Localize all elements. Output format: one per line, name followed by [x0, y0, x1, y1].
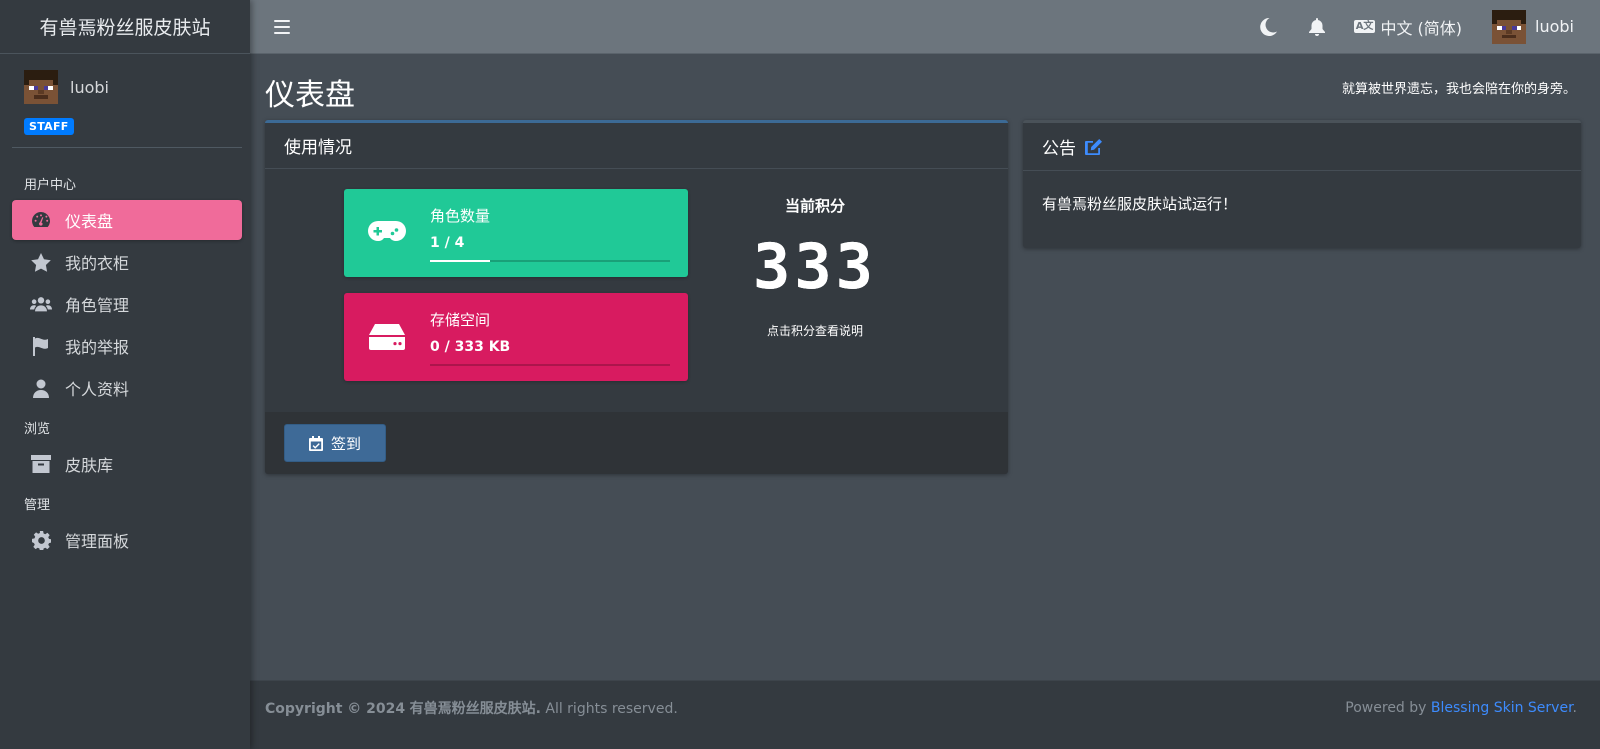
users-icon: [30, 294, 52, 314]
sidebar-item-reports[interactable]: 我的举报: [12, 326, 242, 366]
star-icon: [30, 252, 52, 272]
blessing-skin-link[interactable]: Blessing Skin Server: [1431, 700, 1573, 716]
score-block: 当前积分 333 点击积分查看说明: [705, 189, 925, 339]
storage-progress: [430, 363, 670, 366]
user-menu[interactable]: luobi: [1492, 9, 1574, 44]
bell-icon[interactable]: [1306, 16, 1328, 38]
flag-icon: [30, 336, 52, 356]
players-count: 1 / 4: [430, 234, 465, 251]
sidebar-item-admin-panel[interactable]: 管理面板: [12, 520, 242, 560]
sidebar-item-label: 个人资料: [65, 380, 130, 399]
copyright-prefix: Copyright © 2024: [265, 701, 406, 717]
sidebar-item-profile[interactable]: 个人资料: [12, 368, 242, 408]
sidebar-item-label: 我的举报: [65, 338, 130, 357]
sidebar-user-name[interactable]: luobi: [70, 78, 109, 97]
players-progress-fill: [430, 259, 490, 262]
user-icon: [30, 378, 52, 398]
notice-body: 有兽焉粉丝服皮肤站试运行！: [1042, 195, 1238, 213]
hdd-icon: [344, 293, 430, 381]
storage-info-box: 存储空间 0 / 333 KB: [344, 293, 688, 381]
language-icon: A文: [1353, 20, 1376, 33]
motto-text: 就算被世界遗忘，我也会陪在你的身旁。: [1341, 82, 1576, 97]
sidebar-item-label: 管理面板: [65, 532, 130, 551]
sidebar-item-label: 角色管理: [65, 296, 130, 315]
score-title: 当前积分: [784, 197, 845, 215]
staff-badge: STAFF: [24, 118, 74, 135]
usage-card: 使用情况 角色数量 1 / 4 存储空间 0 / 333 KB 当前积分 333…: [265, 120, 1008, 474]
nav-header-admin: 管理: [24, 497, 51, 513]
score-hint: 点击积分查看说明: [766, 324, 863, 338]
players-progress: [430, 259, 670, 262]
nav-header-browse: 浏览: [24, 421, 51, 437]
copyright: Copyright © 2024 有兽焉粉丝服皮肤站. All rights r…: [265, 701, 678, 717]
brand-link[interactable]: 有兽焉粉丝服皮肤站: [0, 0, 250, 54]
players-info-box: 角色数量 1 / 4: [344, 189, 688, 277]
avatar[interactable]: [24, 70, 58, 104]
menu-toggle-icon[interactable]: [274, 19, 290, 34]
notice-card: 公告 有兽焉粉丝服皮肤站试运行！: [1023, 120, 1581, 248]
page-footer: Copyright © 2024 有兽焉粉丝服皮肤站. All rights r…: [250, 680, 1600, 749]
gamepad-icon: [344, 189, 430, 277]
notice-card-header: 公告: [1023, 123, 1581, 171]
sidebar-item-skinlib[interactable]: 皮肤库: [12, 444, 242, 484]
user-panel: luobi STAFF: [12, 54, 242, 148]
sidebar-item-label: 我的衣柜: [65, 254, 130, 273]
calendar-check-icon: [308, 435, 323, 451]
dark-mode-icon[interactable]: [1258, 16, 1280, 38]
top-user-name: luobi: [1535, 17, 1574, 36]
storage-usage: 0 / 333 KB: [430, 338, 511, 355]
nav-header-user-center: 用户中心: [24, 177, 77, 193]
archive-icon: [30, 454, 52, 474]
usage-card-footer: 签到: [265, 412, 1008, 474]
powered-prefix: Powered by: [1345, 700, 1427, 716]
avatar: [1492, 9, 1527, 44]
top-navbar: A文 中文 (简体) luobi: [250, 0, 1600, 54]
language-selector[interactable]: A文 中文 (简体): [1353, 15, 1463, 39]
sidebar: 有兽焉粉丝服皮肤站 luobi STAFF 用户中心 仪表盘 我的衣柜 角色管理: [0, 0, 250, 749]
sidebar-item-players[interactable]: 角色管理: [12, 284, 242, 324]
edit-icon[interactable]: [1085, 138, 1102, 155]
language-label: 中文 (简体): [1380, 18, 1463, 38]
checkin-button[interactable]: 签到: [284, 424, 386, 462]
checkin-label: 签到: [330, 434, 361, 453]
score-value[interactable]: 333: [705, 236, 925, 298]
powered-by: Powered by Blessing Skin Server.: [1345, 700, 1577, 716]
sidebar-item-dashboard[interactable]: 仪表盘: [12, 200, 242, 240]
main-content: 仪表盘 就算被世界遗忘，我也会陪在你的身旁。 使用情况 角色数量 1 / 4 存…: [250, 54, 1600, 680]
site-link[interactable]: 有兽焉粉丝服皮肤站: [410, 701, 536, 717]
page-title: 仪表盘: [265, 78, 355, 113]
sidebar-item-label: 皮肤库: [65, 456, 114, 475]
sidebar-item-closet[interactable]: 我的衣柜: [12, 242, 242, 282]
brand-title: 有兽焉粉丝服皮肤站: [39, 17, 211, 39]
players-label: 角色数量: [430, 206, 491, 225]
notice-card-title: 公告: [1042, 139, 1076, 159]
rights-text: All rights reserved.: [540, 701, 678, 717]
sidebar-item-label: 仪表盘: [65, 212, 114, 231]
gear-icon: [30, 530, 52, 550]
dashboard-icon: [30, 210, 52, 230]
usage-card-title: 使用情况: [265, 123, 1008, 169]
storage-label: 存储空间: [430, 310, 491, 329]
